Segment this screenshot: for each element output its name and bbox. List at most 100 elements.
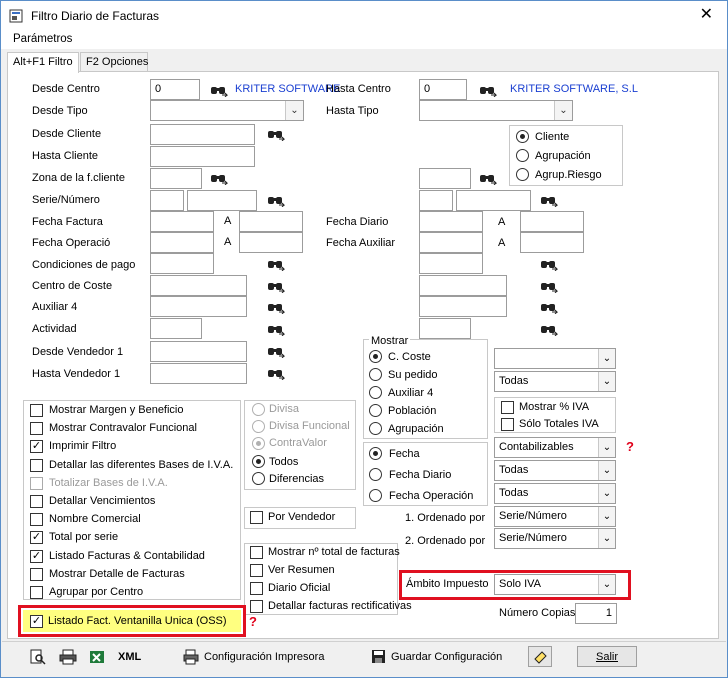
print-icon[interactable] (59, 649, 77, 665)
checkbox-diario-oficial[interactable] (250, 582, 263, 595)
centro-coste-hasta-input[interactable] (419, 275, 507, 296)
radio-fecha[interactable] (369, 447, 382, 460)
guardar-config-button[interactable]: Guardar Configuración (391, 651, 502, 663)
radio-auxiliar4[interactable] (369, 386, 382, 399)
radio-poblacion[interactable] (369, 404, 382, 417)
radio-agrup-riesgo[interactable] (516, 168, 529, 181)
zona-input[interactable] (150, 168, 202, 189)
chevron-down-icon[interactable]: ⌄ (598, 575, 615, 594)
binoculars-icon[interactable] (540, 193, 558, 207)
chevron-down-icon[interactable]: ⌄ (598, 484, 615, 503)
hasta-centro-input[interactable]: 0 (419, 79, 467, 100)
chevron-down-icon[interactable]: ⌄ (598, 372, 615, 391)
close-icon[interactable]: ✕ (700, 7, 713, 23)
fecha-auxiliar-desde[interactable] (419, 232, 483, 253)
binoculars-icon[interactable] (479, 171, 497, 185)
menu-parametros[interactable]: Parámetros (13, 33, 72, 45)
binoculars-icon[interactable] (479, 83, 497, 97)
checkbox-option[interactable] (30, 513, 43, 526)
save-icon[interactable] (371, 649, 386, 664)
checkbox-option[interactable] (30, 459, 43, 472)
radio-agrupacion[interactable] (516, 149, 529, 162)
tab-opciones[interactable]: F2 Opciones (80, 52, 148, 72)
binoculars-icon[interactable] (267, 257, 285, 271)
serie-input[interactable] (150, 190, 184, 211)
numero-input[interactable] (187, 190, 257, 211)
chevron-down-icon[interactable]: ⌄ (598, 461, 615, 480)
checkbox-option[interactable] (30, 422, 43, 435)
excel-icon[interactable] (89, 649, 105, 665)
binoculars-icon[interactable] (540, 279, 558, 293)
fecha-operacio-hasta[interactable] (239, 232, 303, 253)
salir-button[interactable]: Salir (577, 646, 637, 667)
radio-cliente[interactable] (516, 130, 529, 143)
xml-button[interactable]: XML (118, 651, 141, 663)
binoculars-icon[interactable] (267, 366, 285, 380)
checkbox-option[interactable]: ✓ (30, 440, 43, 453)
copias-input[interactable]: 1 (575, 603, 617, 624)
printer-settings-icon[interactable] (183, 649, 199, 665)
fecha-operacio-desde[interactable] (150, 232, 214, 253)
checkbox-mostrar-total-facturas[interactable] (250, 546, 263, 559)
fecha-factura-desde[interactable] (150, 211, 214, 232)
desde-cliente-input[interactable] (150, 124, 255, 145)
binoculars-icon[interactable] (267, 193, 285, 207)
checkbox-option[interactable]: ✓ (30, 531, 43, 544)
help-icon[interactable]: ? (249, 614, 257, 629)
eraser-button[interactable] (528, 646, 552, 667)
radio-agrupacion-mostrar[interactable] (369, 422, 382, 435)
chevron-down-icon[interactable]: ⌄ (598, 529, 615, 548)
chevron-down-icon[interactable]: ⌄ (598, 349, 615, 368)
binoculars-icon[interactable] (540, 257, 558, 271)
checkbox-option[interactable] (30, 404, 43, 417)
desde-centro-input[interactable]: 0 (150, 79, 200, 100)
radio-diferencias[interactable] (252, 472, 265, 485)
binoculars-icon[interactable] (267, 300, 285, 314)
binoculars-icon[interactable] (210, 171, 228, 185)
radio-c-coste[interactable] (369, 350, 382, 363)
checkbox-ver-resumen[interactable] (250, 564, 263, 577)
checkbox-option[interactable] (30, 568, 43, 581)
desde-tipo-select[interactable]: ⌄ (150, 100, 304, 121)
radio-su-pedido[interactable] (369, 368, 382, 381)
hasta-vendedor-input[interactable] (150, 363, 247, 384)
binoculars-icon[interactable] (540, 300, 558, 314)
condiciones-hasta-input[interactable] (419, 253, 483, 274)
auxiliar4-input[interactable] (150, 296, 247, 317)
checkbox-option[interactable] (30, 477, 43, 490)
fecha-diario-desde[interactable] (419, 211, 483, 232)
chevron-down-icon[interactable]: ⌄ (598, 507, 615, 526)
checkbox-detallar-rectificativas[interactable] (250, 600, 263, 613)
binoculars-icon[interactable] (267, 322, 285, 336)
binoculars-icon[interactable] (210, 83, 228, 97)
checkbox-option[interactable]: ✓ (30, 550, 43, 563)
radio-todos[interactable] (252, 455, 265, 468)
checkbox-oss[interactable]: ✓ (30, 615, 43, 628)
zona-hasta-input[interactable] (419, 168, 471, 189)
fecha-factura-hasta[interactable] (239, 211, 303, 232)
checkbox-option[interactable] (30, 586, 43, 599)
radio-fecha-operacion[interactable] (369, 489, 382, 502)
binoculars-icon[interactable] (267, 127, 285, 141)
checkbox-option[interactable] (30, 495, 43, 508)
numero-hasta-input[interactable] (456, 190, 531, 211)
checkbox-por-vendedor[interactable] (250, 511, 263, 524)
tab-filtro[interactable]: Alt+F1 Filtro (7, 52, 79, 73)
condiciones-input[interactable] (150, 253, 214, 274)
actividad-input[interactable] (150, 318, 202, 339)
desde-vendedor-input[interactable] (150, 341, 247, 362)
actividad-hasta-input[interactable] (419, 318, 471, 339)
config-impresora-button[interactable]: Configuración Impresora (204, 651, 324, 663)
hasta-cliente-input[interactable] (150, 146, 255, 167)
fecha-auxiliar-hasta[interactable] (520, 232, 584, 253)
help-icon[interactable]: ? (626, 439, 634, 454)
checkbox-mostrar-iva[interactable] (501, 401, 514, 414)
fecha-diario-hasta[interactable] (520, 211, 584, 232)
radio-divisa[interactable] (252, 403, 265, 416)
serie-hasta-input[interactable] (419, 190, 453, 211)
centro-coste-input[interactable] (150, 275, 247, 296)
chevron-down-icon[interactable]: ⌄ (598, 438, 615, 457)
binoculars-icon[interactable] (267, 279, 285, 293)
preview-icon[interactable] (30, 649, 46, 665)
auxiliar4-hasta-input[interactable] (419, 296, 507, 317)
